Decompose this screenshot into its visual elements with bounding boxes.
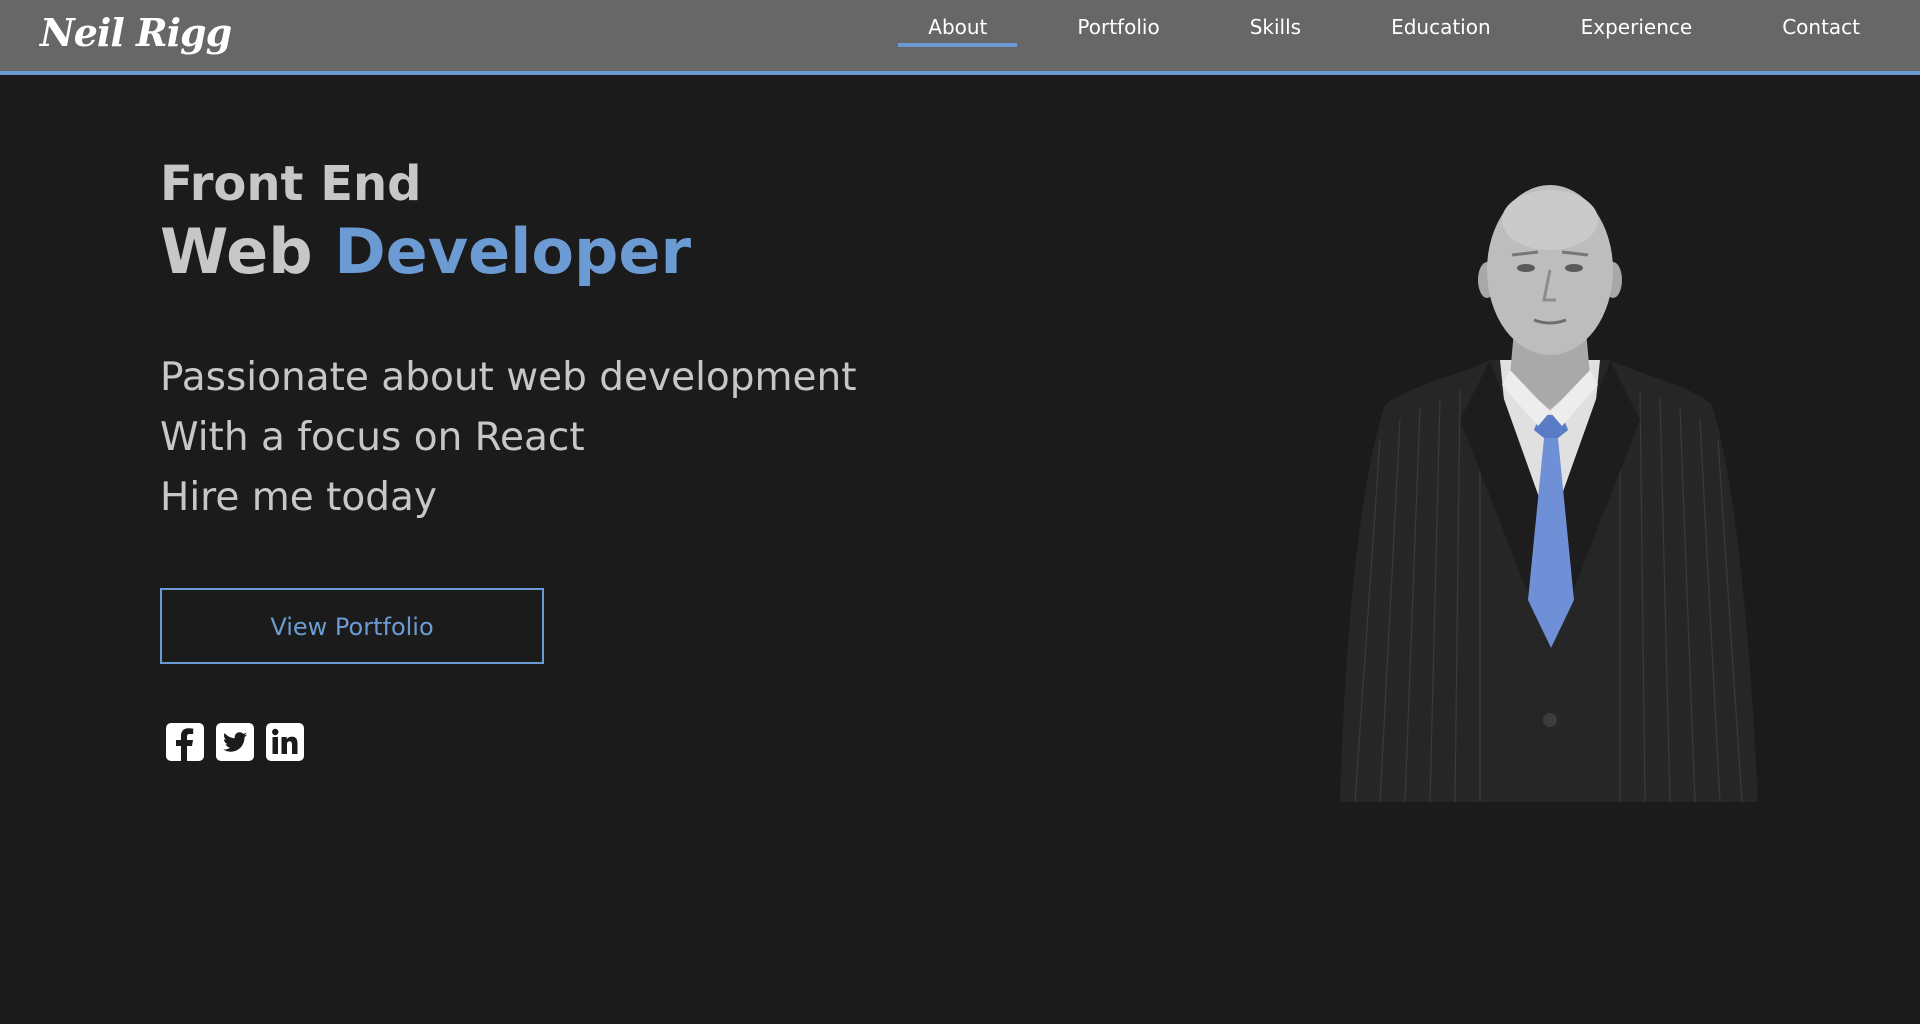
twitter-icon[interactable] — [215, 722, 255, 762]
hero-title-line1: Front End — [160, 156, 422, 212]
nav-links: About Portfolio Skills Education Experie… — [898, 0, 1920, 71]
nav-education[interactable]: Education — [1361, 0, 1521, 71]
brand-logo[interactable]: Neil Rigg — [40, 10, 232, 55]
nav-about[interactable]: About — [898, 0, 1018, 71]
view-portfolio-button[interactable]: View Portfolio — [160, 588, 544, 664]
nav-contact[interactable]: Contact — [1752, 0, 1890, 71]
tagline: With a focus on React — [160, 415, 585, 460]
hero-title-line2: Web Developer — [160, 216, 857, 288]
tagline: Hire me today — [160, 475, 437, 520]
facebook-icon[interactable] — [165, 722, 205, 762]
hero-section: Front End Web Developer Passionate about… — [160, 152, 857, 762]
hero-title-accent: Developer — [334, 215, 692, 288]
nav-experience[interactable]: Experience — [1551, 0, 1723, 71]
navbar: Neil Rigg About Portfolio Skills Educati… — [0, 0, 1920, 75]
social-links — [160, 722, 857, 762]
taglines: Passionate about web development With a … — [160, 348, 857, 528]
nav-skills[interactable]: Skills — [1220, 0, 1331, 71]
linkedin-icon[interactable] — [265, 722, 305, 762]
tagline: Passionate about web development — [160, 355, 857, 400]
profile-photo — [1340, 185, 1758, 802]
hero-title-prefix: Web — [160, 215, 335, 288]
nav-portfolio[interactable]: Portfolio — [1047, 0, 1189, 71]
